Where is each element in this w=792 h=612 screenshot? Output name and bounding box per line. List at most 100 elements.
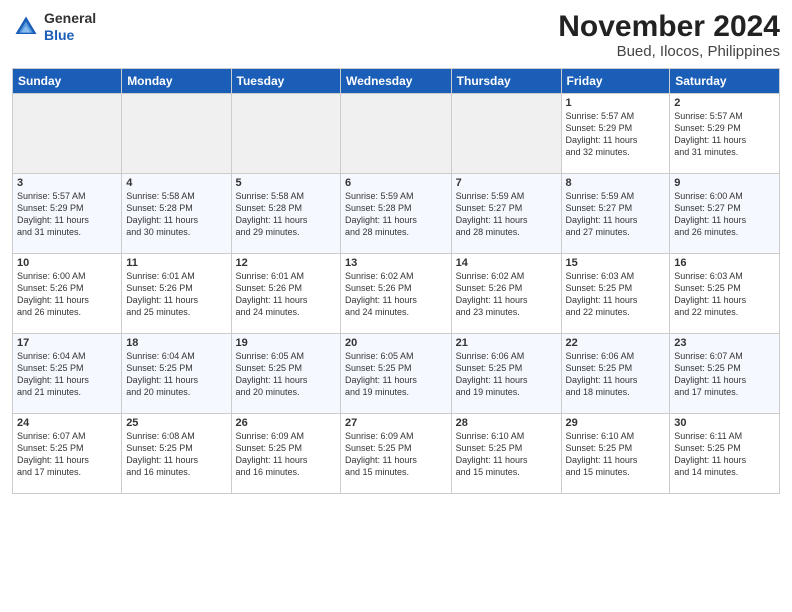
- day-info: Sunrise: 6:02 AM Sunset: 5:26 PM Dayligh…: [345, 270, 447, 319]
- logo-icon: [12, 13, 40, 41]
- day-number: 20: [345, 337, 447, 349]
- day-info: Sunrise: 5:57 AM Sunset: 5:29 PM Dayligh…: [674, 110, 775, 159]
- day-number: 23: [674, 337, 775, 349]
- calendar-cell: 16Sunrise: 6:03 AM Sunset: 5:25 PM Dayli…: [670, 254, 780, 334]
- calendar-week-row: 3Sunrise: 5:57 AM Sunset: 5:29 PM Daylig…: [13, 174, 780, 254]
- day-info: Sunrise: 6:05 AM Sunset: 5:25 PM Dayligh…: [236, 350, 336, 399]
- day-number: 17: [17, 337, 117, 349]
- day-info: Sunrise: 6:09 AM Sunset: 5:25 PM Dayligh…: [345, 430, 447, 479]
- calendar-header-row: Sunday Monday Tuesday Wednesday Thursday…: [13, 69, 780, 94]
- calendar-cell: 1Sunrise: 5:57 AM Sunset: 5:29 PM Daylig…: [561, 94, 670, 174]
- day-info: Sunrise: 6:11 AM Sunset: 5:25 PM Dayligh…: [674, 430, 775, 479]
- col-saturday: Saturday: [670, 69, 780, 94]
- day-number: 21: [456, 337, 557, 349]
- col-thursday: Thursday: [451, 69, 561, 94]
- calendar-cell: 21Sunrise: 6:06 AM Sunset: 5:25 PM Dayli…: [451, 334, 561, 414]
- day-number: 14: [456, 257, 557, 269]
- calendar-cell: 29Sunrise: 6:10 AM Sunset: 5:25 PM Dayli…: [561, 414, 670, 494]
- calendar-week-row: 17Sunrise: 6:04 AM Sunset: 5:25 PM Dayli…: [13, 334, 780, 414]
- logo-blue: Blue: [44, 27, 96, 44]
- day-number: 7: [456, 177, 557, 189]
- day-info: Sunrise: 6:07 AM Sunset: 5:25 PM Dayligh…: [17, 430, 117, 479]
- calendar-cell: 4Sunrise: 5:58 AM Sunset: 5:28 PM Daylig…: [122, 174, 231, 254]
- day-info: Sunrise: 5:57 AM Sunset: 5:29 PM Dayligh…: [17, 190, 117, 239]
- calendar-title: November 2024: [558, 10, 780, 43]
- calendar-subtitle: Bued, Ilocos, Philippines: [558, 43, 780, 60]
- calendar-cell: 12Sunrise: 6:01 AM Sunset: 5:26 PM Dayli…: [231, 254, 340, 334]
- day-number: 29: [566, 417, 666, 429]
- calendar-cell: 7Sunrise: 5:59 AM Sunset: 5:27 PM Daylig…: [451, 174, 561, 254]
- day-number: 22: [566, 337, 666, 349]
- day-info: Sunrise: 5:58 AM Sunset: 5:28 PM Dayligh…: [236, 190, 336, 239]
- calendar-week-row: 24Sunrise: 6:07 AM Sunset: 5:25 PM Dayli…: [13, 414, 780, 494]
- calendar-cell: 23Sunrise: 6:07 AM Sunset: 5:25 PM Dayli…: [670, 334, 780, 414]
- day-info: Sunrise: 6:02 AM Sunset: 5:26 PM Dayligh…: [456, 270, 557, 319]
- calendar-cell: [122, 94, 231, 174]
- col-friday: Friday: [561, 69, 670, 94]
- calendar-cell: 13Sunrise: 6:02 AM Sunset: 5:26 PM Dayli…: [340, 254, 451, 334]
- day-number: 5: [236, 177, 336, 189]
- day-number: 19: [236, 337, 336, 349]
- day-info: Sunrise: 6:01 AM Sunset: 5:26 PM Dayligh…: [236, 270, 336, 319]
- day-number: 10: [17, 257, 117, 269]
- page-header: General Blue November 2024 Bued, Ilocos,…: [12, 10, 780, 60]
- day-number: 25: [126, 417, 226, 429]
- calendar-cell: 17Sunrise: 6:04 AM Sunset: 5:25 PM Dayli…: [13, 334, 122, 414]
- day-number: 28: [456, 417, 557, 429]
- title-block: November 2024 Bued, Ilocos, Philippines: [558, 10, 780, 60]
- calendar-header: Sunday Monday Tuesday Wednesday Thursday…: [13, 69, 780, 94]
- day-number: 27: [345, 417, 447, 429]
- col-monday: Monday: [122, 69, 231, 94]
- calendar-week-row: 10Sunrise: 6:00 AM Sunset: 5:26 PM Dayli…: [13, 254, 780, 334]
- logo: General Blue: [12, 10, 96, 44]
- day-number: 30: [674, 417, 775, 429]
- calendar-cell: 6Sunrise: 5:59 AM Sunset: 5:28 PM Daylig…: [340, 174, 451, 254]
- logo-general: General: [44, 10, 96, 27]
- day-info: Sunrise: 6:00 AM Sunset: 5:26 PM Dayligh…: [17, 270, 117, 319]
- day-number: 6: [345, 177, 447, 189]
- day-info: Sunrise: 5:59 AM Sunset: 5:27 PM Dayligh…: [566, 190, 666, 239]
- col-sunday: Sunday: [13, 69, 122, 94]
- day-info: Sunrise: 6:06 AM Sunset: 5:25 PM Dayligh…: [566, 350, 666, 399]
- day-number: 12: [236, 257, 336, 269]
- calendar-body: 1Sunrise: 5:57 AM Sunset: 5:29 PM Daylig…: [13, 94, 780, 494]
- calendar-cell: 18Sunrise: 6:04 AM Sunset: 5:25 PM Dayli…: [122, 334, 231, 414]
- day-info: Sunrise: 5:57 AM Sunset: 5:29 PM Dayligh…: [566, 110, 666, 159]
- calendar-cell: 28Sunrise: 6:10 AM Sunset: 5:25 PM Dayli…: [451, 414, 561, 494]
- calendar-cell: [231, 94, 340, 174]
- calendar-cell: 2Sunrise: 5:57 AM Sunset: 5:29 PM Daylig…: [670, 94, 780, 174]
- calendar-cell: 30Sunrise: 6:11 AM Sunset: 5:25 PM Dayli…: [670, 414, 780, 494]
- calendar-cell: 22Sunrise: 6:06 AM Sunset: 5:25 PM Dayli…: [561, 334, 670, 414]
- calendar-cell: 19Sunrise: 6:05 AM Sunset: 5:25 PM Dayli…: [231, 334, 340, 414]
- day-number: 26: [236, 417, 336, 429]
- day-number: 1: [566, 97, 666, 109]
- day-number: 18: [126, 337, 226, 349]
- day-number: 8: [566, 177, 666, 189]
- calendar-cell: 27Sunrise: 6:09 AM Sunset: 5:25 PM Dayli…: [340, 414, 451, 494]
- calendar-cell: 11Sunrise: 6:01 AM Sunset: 5:26 PM Dayli…: [122, 254, 231, 334]
- calendar-cell: 14Sunrise: 6:02 AM Sunset: 5:26 PM Dayli…: [451, 254, 561, 334]
- day-info: Sunrise: 6:00 AM Sunset: 5:27 PM Dayligh…: [674, 190, 775, 239]
- day-info: Sunrise: 5:59 AM Sunset: 5:28 PM Dayligh…: [345, 190, 447, 239]
- day-number: 2: [674, 97, 775, 109]
- calendar-cell: 24Sunrise: 6:07 AM Sunset: 5:25 PM Dayli…: [13, 414, 122, 494]
- col-wednesday: Wednesday: [340, 69, 451, 94]
- calendar-cell: 9Sunrise: 6:00 AM Sunset: 5:27 PM Daylig…: [670, 174, 780, 254]
- day-info: Sunrise: 6:06 AM Sunset: 5:25 PM Dayligh…: [456, 350, 557, 399]
- day-info: Sunrise: 6:04 AM Sunset: 5:25 PM Dayligh…: [126, 350, 226, 399]
- calendar-week-row: 1Sunrise: 5:57 AM Sunset: 5:29 PM Daylig…: [13, 94, 780, 174]
- calendar-cell: 15Sunrise: 6:03 AM Sunset: 5:25 PM Dayli…: [561, 254, 670, 334]
- page-container: General Blue November 2024 Bued, Ilocos,…: [0, 0, 792, 502]
- day-info: Sunrise: 6:01 AM Sunset: 5:26 PM Dayligh…: [126, 270, 226, 319]
- day-number: 15: [566, 257, 666, 269]
- calendar-cell: 10Sunrise: 6:00 AM Sunset: 5:26 PM Dayli…: [13, 254, 122, 334]
- calendar-table: Sunday Monday Tuesday Wednesday Thursday…: [12, 68, 780, 494]
- calendar-cell: [451, 94, 561, 174]
- day-number: 9: [674, 177, 775, 189]
- day-info: Sunrise: 6:04 AM Sunset: 5:25 PM Dayligh…: [17, 350, 117, 399]
- calendar-cell: [13, 94, 122, 174]
- day-number: 11: [126, 257, 226, 269]
- logo-text: General Blue: [44, 10, 96, 44]
- day-info: Sunrise: 6:10 AM Sunset: 5:25 PM Dayligh…: [456, 430, 557, 479]
- calendar-cell: 25Sunrise: 6:08 AM Sunset: 5:25 PM Dayli…: [122, 414, 231, 494]
